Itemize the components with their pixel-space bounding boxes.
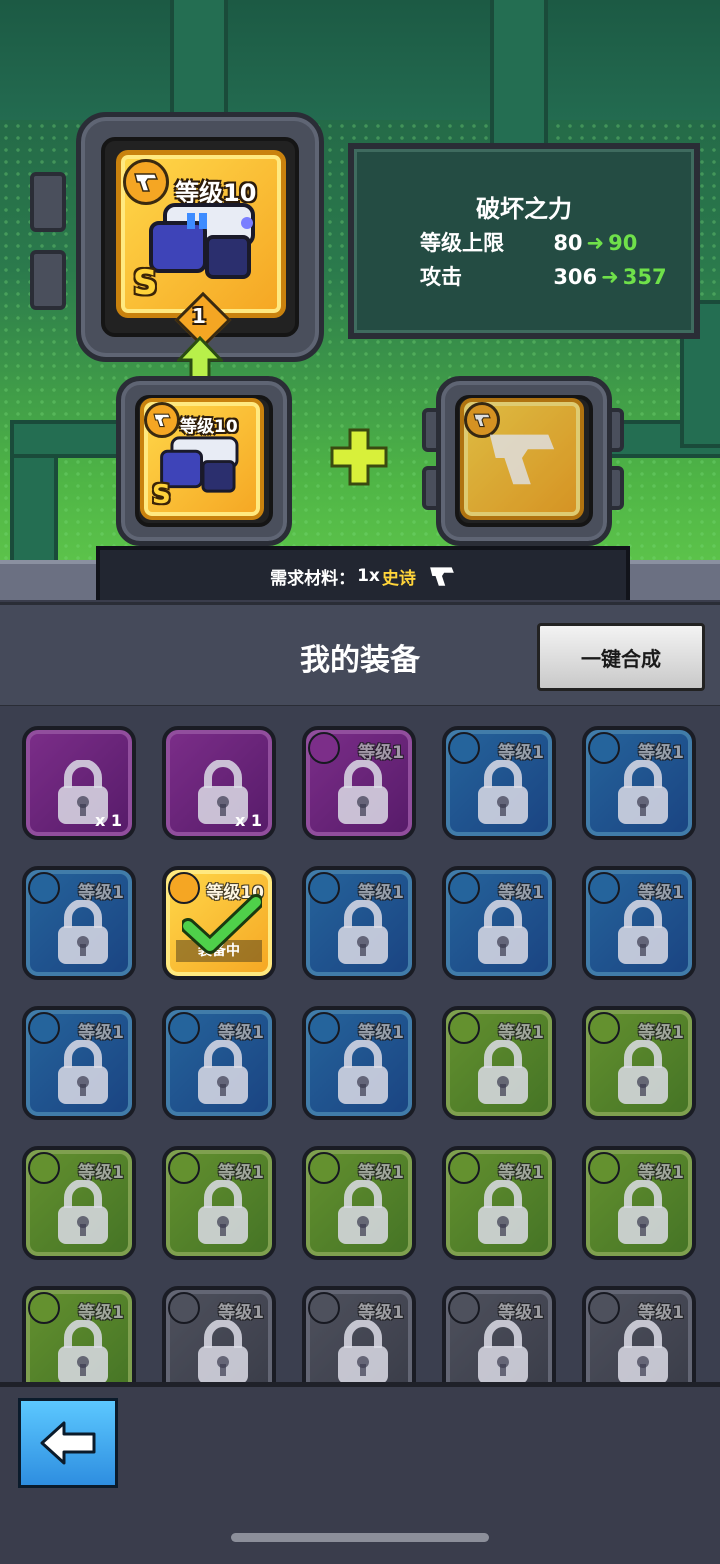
lock-icon [338,1040,388,1104]
inventory-slot[interactable]: 等级1 [22,1006,136,1120]
lock-icon [338,1320,388,1382]
checkmark-icon [182,894,262,954]
background-wall [0,0,720,120]
lock-icon [618,760,668,824]
attack-label: 攻击 [420,265,462,289]
inventory-slot[interactable]: 等级1 [302,1286,416,1382]
inventory-slot[interactable]: 等级1 [442,1286,556,1382]
inventory-slot[interactable]: x 1 [22,726,136,840]
inventory-slot[interactable]: 等级1 [302,866,416,980]
inventory-slot[interactable]: 等级10 装备中 [162,866,276,980]
back-button[interactable] [18,1398,118,1488]
level-cap-label: 等级上限 [420,231,504,255]
lock-icon [198,1040,248,1104]
inventory-slot[interactable]: 等级1 [22,1286,136,1382]
inventory-slot[interactable]: 等级1 [302,1146,416,1260]
inventory-slot[interactable]: 等级1 [22,866,136,980]
slot-count: x 1 [234,811,262,830]
inventory-slot[interactable]: 等级1 [302,726,416,840]
background-pipe [490,0,548,148]
arrow-right-icon: ➜ [586,231,605,255]
inventory-slot[interactable]: x 1 [162,726,276,840]
frame-bolt [30,250,66,310]
lock-icon [58,1320,108,1382]
slot-count: x 1 [94,811,122,830]
requirement-bar: 需求材料： 1x 史诗 [96,546,630,600]
attack-from: 306 [553,265,598,289]
inventory-slot[interactable]: 等级1 [582,1146,696,1260]
pistol-icon [430,567,454,586]
requirement-rarity: 史诗 [381,568,416,589]
lock-icon [198,1320,248,1382]
lock-icon [618,1320,668,1382]
lock-icon [478,1040,528,1104]
level-cap-row: 等级上限 80 ➜ 90 [420,227,637,257]
lock-icon [478,1320,528,1382]
forge-area: 等级10 S 1 破坏之力 等级上限 80➜90 攻击 306➜357 [0,0,720,600]
inventory-slot[interactable]: 等级1 [582,866,696,980]
inventory-slot[interactable]: 等级1 [442,1006,556,1120]
inventory-slot[interactable]: 等级1 [582,1006,696,1120]
back-arrow-icon [40,1421,96,1465]
lock-icon [618,1180,668,1244]
inventory-grid: x 1x 1 等级1 等级1 等级1 等级1 等级10 装备中 等级1 等级1 等级1 等级1 等级1… [0,706,720,1382]
material-slot[interactable] [460,398,584,520]
inventory-slot[interactable]: 等级1 [162,1286,276,1382]
upgrade-count: 1 [192,304,206,328]
inventory-header: 我的装备 一键合成 [0,602,720,709]
blaster-icon [160,436,239,493]
lock-icon [338,900,388,964]
inventory-slot[interactable]: 等级1 [162,1006,276,1120]
arrow-right-icon: ➜ [601,265,619,289]
upgrade-info-panel: 破坏之力 等级上限 80 ➜ 90 攻击 306 ➜ 357 [348,143,700,339]
lock-icon [478,900,528,964]
requirement-qty: 1x [357,566,380,586]
source-grade: S [152,480,171,510]
lock-icon [478,760,528,824]
source-weapon-card[interactable]: 等级10 S [140,398,264,520]
lock-icon [618,1040,668,1104]
inventory-slot[interactable]: 等级1 [442,1146,556,1260]
inventory-slot[interactable]: 等级1 [582,726,696,840]
lock-icon [58,1040,108,1104]
frame-bolt [30,172,66,232]
requirement-label: 需求材料： [270,568,356,589]
attack-to: 357 [622,265,667,289]
blaster-icon [149,203,255,279]
upgrade-info-title: 破坏之力 [476,195,572,223]
home-indicator [231,1533,489,1542]
inventory-slot[interactable]: 等级1 [442,726,556,840]
lock-icon [338,760,388,824]
inventory-slot[interactable]: 等级1 [162,1146,276,1260]
level-cap-from: 80 [553,231,583,255]
lock-icon [58,900,108,964]
lock-icon [58,1180,108,1244]
plus-icon [330,428,388,486]
lock-icon [338,1180,388,1244]
inventory-slot[interactable]: 等级1 [22,1146,136,1260]
result-grade: S [133,263,158,303]
lock-icon [198,1180,248,1244]
inventory-slot[interactable]: 等级1 [582,1286,696,1382]
background-pipe [170,0,228,128]
inventory-slot[interactable]: 等级1 [442,866,556,980]
inventory-slot[interactable]: 等级1 [302,1006,416,1120]
lock-icon [478,1180,528,1244]
one-click-combine-button[interactable]: 一键合成 [537,623,705,691]
attack-row: 攻击 306 ➜ 357 [420,261,667,291]
pistol-placeholder-icon [489,434,555,485]
lock-icon [618,900,668,964]
level-cap-to: 90 [608,231,638,255]
